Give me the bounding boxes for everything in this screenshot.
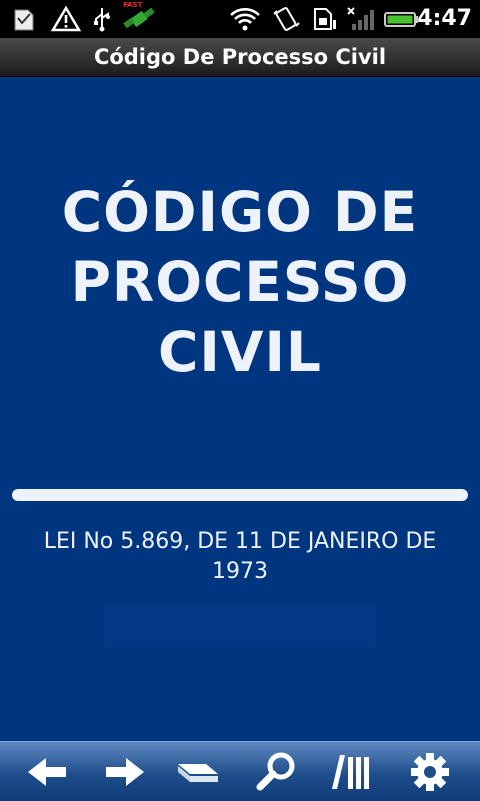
bookmarks-button[interactable]: [168, 746, 232, 798]
law-subtitle: LEI No 5.869, DE 11 DE JANEIRO DE 1973: [20, 527, 460, 587]
sim-icon: [308, 6, 338, 32]
faint-panel: [104, 607, 376, 647]
library-icon: [332, 755, 369, 789]
title-bar: Código De Processo Civil: [0, 38, 480, 77]
usb-icon: [88, 6, 116, 32]
heading-line: CÓDIGO DE: [61, 180, 419, 244]
main-content: CÓDIGO DE PROCESSO CIVIL LEI No 5.869, D…: [0, 77, 480, 741]
library-button[interactable]: [320, 746, 384, 798]
settings-button[interactable]: [398, 746, 462, 798]
divider: [12, 489, 468, 501]
wifi-icon: [228, 6, 262, 32]
app-title: Código De Processo Civil: [93, 45, 387, 69]
bookmarks-icon: [178, 764, 218, 782]
forward-button[interactable]: [92, 746, 156, 798]
forward-arrow-icon: [106, 758, 144, 786]
subtitle-line: LEI No 5.869, DE 11 DE JANEIRO DE: [43, 529, 437, 554]
search-button[interactable]: [244, 746, 308, 798]
satellite-icon: [120, 6, 160, 32]
main-heading: CÓDIGO DE PROCESSO CIVIL: [20, 177, 460, 387]
rotate-icon: [270, 6, 302, 32]
status-bar: FAST 4:47: [0, 0, 480, 38]
heading-line: CIVIL: [158, 320, 322, 384]
search-icon: [256, 752, 295, 791]
settings-icon: [411, 753, 449, 791]
status-clock: 4:47: [417, 6, 472, 31]
warning-icon: [50, 6, 82, 32]
back-arrow-icon: [28, 758, 66, 786]
heading-line: PROCESSO: [70, 250, 410, 314]
signal-icon: [344, 6, 378, 32]
subtitle-line: 1973: [212, 559, 268, 584]
back-button[interactable]: [16, 746, 80, 798]
sd-card-icon: [10, 6, 38, 32]
bottom-toolbar: [0, 741, 480, 801]
battery-icon: [384, 6, 420, 32]
